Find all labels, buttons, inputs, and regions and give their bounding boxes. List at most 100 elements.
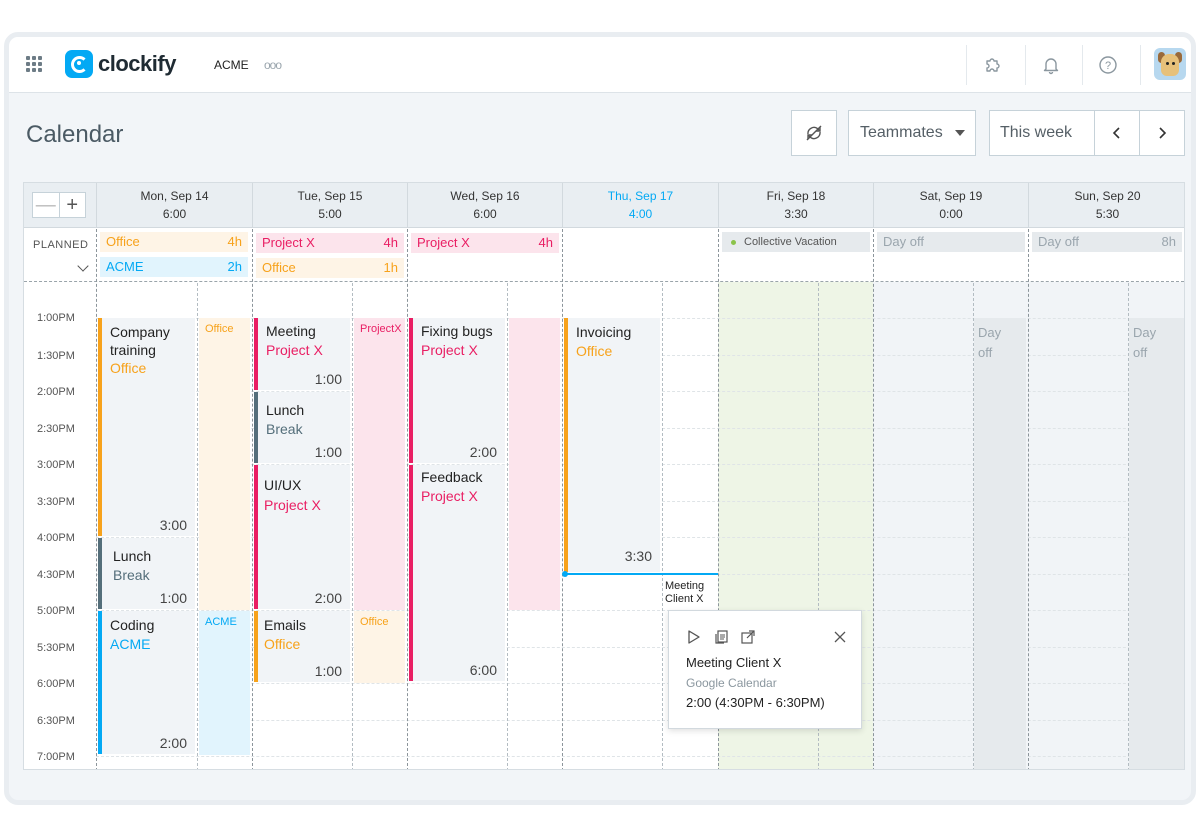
day-label: Tue, Sep 15 <box>297 189 363 203</box>
time-entry[interactable]: Emails Office 1:00 <box>254 611 350 682</box>
planned-lane[interactable]: ACME <box>199 611 250 755</box>
time-label: 6:00PM <box>37 678 75 690</box>
chevron-right-icon <box>1159 127 1167 139</box>
top-bar: clockify ACME ooo ? <box>9 37 1191 93</box>
day-label: Wed, Sep 16 <box>450 189 520 203</box>
time-entry[interactable]: Meeting Project X 1:00 <box>254 318 350 390</box>
app-window: clockify ACME ooo ? Calendar Teammates T… <box>4 32 1196 805</box>
time-label: 2:30PM <box>37 423 75 435</box>
time-label: 4:00PM <box>37 532 75 544</box>
planned-item[interactable]: ACME 2h <box>100 257 248 277</box>
bell-icon[interactable] <box>1039 53 1063 77</box>
planned-item-dayoff[interactable]: Day off 8h <box>1032 232 1182 252</box>
time-entry[interactable]: Lunch Break 1:00 <box>254 392 350 463</box>
time-entry[interactable]: Fixing bugs Project X 2:00 <box>409 318 505 463</box>
popup-source: Google Calendar <box>686 676 777 690</box>
caret-down-icon <box>954 130 965 136</box>
date-range-label: This week <box>1000 124 1073 141</box>
close-icon[interactable] <box>831 628 849 646</box>
day-label: Sun, Sep 20 <box>1074 189 1141 203</box>
page-title: Calendar <box>26 121 124 148</box>
sync-toggle-button[interactable] <box>791 110 837 156</box>
teammates-label: Teammates <box>860 124 943 141</box>
chevron-down-icon[interactable] <box>77 260 89 272</box>
planned-lane[interactable]: Office <box>199 318 250 610</box>
day-label: Mon, Sep 14 <box>140 189 209 203</box>
planned-item-vacation[interactable]: Collective Vacation <box>722 232 870 252</box>
planned-lane[interactable]: ProjectX <box>354 318 405 610</box>
time-label: 1:00PM <box>37 312 75 324</box>
time-label: 3:30PM <box>37 496 75 508</box>
time-entry[interactable]: UI/UX Project X 2:00 <box>254 465 350 609</box>
divider <box>966 45 967 85</box>
status-dot-icon <box>731 240 736 245</box>
planned-item[interactable]: Project X 4h <box>256 233 404 253</box>
clockify-logo[interactable]: clockify <box>65 50 176 78</box>
planned-lane[interactable]: Office <box>354 611 405 683</box>
day-off-lane[interactable]: Day off <box>974 318 1026 769</box>
workspace-more-icon[interactable]: ooo <box>264 58 282 72</box>
time-label: 5:00PM <box>37 605 75 617</box>
date-range-picker[interactable]: This week <box>989 110 1095 156</box>
day-total: 6:00 <box>473 207 497 221</box>
time-entry[interactable]: Lunch Break 1:00 <box>98 538 195 609</box>
next-week-button[interactable] <box>1139 110 1185 156</box>
day-label: Sat, Sep 19 <box>919 189 983 203</box>
day-header-sat[interactable]: Sat, Sep 19 0:00 <box>873 183 1028 228</box>
prev-week-button[interactable] <box>1094 110 1140 156</box>
zoom-in-button[interactable]: + <box>60 193 86 217</box>
day-header-sun[interactable]: Sun, Sep 20 5:30 <box>1028 183 1184 228</box>
help-icon[interactable]: ? <box>1096 53 1120 77</box>
event-popup: Meeting Client X Google Calendar 2:00 (4… <box>668 610 862 729</box>
time-label: 3:00PM <box>37 459 75 471</box>
planned-lane[interactable] <box>509 318 560 610</box>
user-avatar[interactable] <box>1154 48 1186 80</box>
day-total: 0:00 <box>939 207 963 221</box>
brand-name: clockify <box>98 51 176 76</box>
popup-title: Meeting Client X <box>686 655 782 670</box>
day-header-thu[interactable]: Thu, Sep 17 4:00 <box>562 183 718 228</box>
time-label: 5:30PM <box>37 642 75 654</box>
planned-row: PLANNED Office 4h ACME 2h Project X 4h Offi… <box>24 229 1184 282</box>
workspace-name[interactable]: ACME <box>214 58 249 72</box>
popup-time: 2:00 (4:30PM - 6:30PM) <box>686 695 825 710</box>
day-header-mon[interactable]: Mon, Sep 14 6:00 <box>96 183 252 228</box>
calendar-grid: — + Mon, Sep 14 6:00 Tue, Sep 15 5:00 Wed,… <box>23 182 1185 770</box>
planned-item[interactable]: Project X 4h <box>411 233 559 253</box>
time-entry[interactable]: Feedback Project X 6:00 <box>409 465 505 681</box>
apps-grid-icon[interactable] <box>26 56 42 72</box>
time-entry[interactable]: Coding ACME 2:00 <box>98 611 195 754</box>
planned-item-dayoff[interactable]: Day off <box>877 232 1025 252</box>
day-total: 6:00 <box>162 207 187 221</box>
planned-item[interactable]: Office 4h <box>100 232 248 252</box>
day-off-lane[interactable]: Day off <box>1129 318 1184 769</box>
day-total: 5:30 <box>1095 207 1120 221</box>
current-time-line <box>562 571 718 577</box>
play-icon[interactable] <box>685 628 703 646</box>
day-label: Thu, Sep 17 <box>607 189 674 203</box>
day-total: 4:00 <box>628 207 653 221</box>
divider <box>1025 45 1026 85</box>
clockify-logo-icon <box>65 50 93 78</box>
day-header-fri[interactable]: Fri, Sep 18 3:30 <box>718 183 873 228</box>
puzzle-icon[interactable] <box>981 53 1005 77</box>
zoom-out-button[interactable]: — <box>33 193 60 217</box>
zoom-control: — + <box>32 192 86 218</box>
day-header-tue[interactable]: Tue, Sep 15 5:00 <box>252 183 407 228</box>
divider <box>1140 45 1141 85</box>
time-label: 6:30PM <box>37 715 75 727</box>
svg-text:?: ? <box>1105 60 1111 72</box>
time-entry[interactable]: Company training Office 3:00 <box>98 318 195 536</box>
planned-item[interactable]: Office 1h <box>256 258 404 278</box>
time-label: 1:30PM <box>37 350 75 362</box>
time-label: 2:00PM <box>37 386 75 398</box>
time-entry[interactable]: Invoicing Office 3:30 <box>564 318 660 572</box>
time-label: 4:30PM <box>37 569 75 581</box>
time-entry-small[interactable]: Meeting Client X <box>665 580 717 606</box>
day-total: 5:00 <box>318 207 342 221</box>
day-header-wed[interactable]: Wed, Sep 16 6:00 <box>407 183 562 228</box>
open-external-icon[interactable] <box>739 628 757 646</box>
teammates-dropdown[interactable]: Teammates <box>848 110 976 156</box>
divider <box>1082 45 1083 85</box>
duplicate-icon[interactable] <box>712 628 730 646</box>
